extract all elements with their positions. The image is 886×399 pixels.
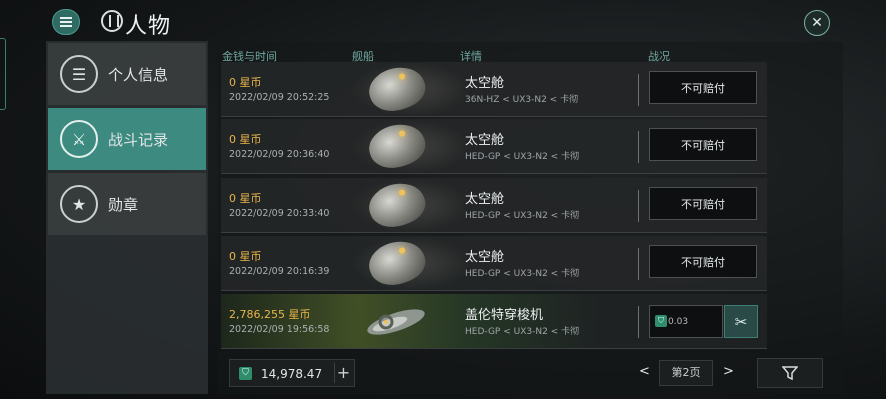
- close-icon: ✕: [811, 15, 823, 31]
- loss-value: 0.03: [668, 317, 689, 327]
- next-page-button[interactable]: >: [723, 364, 734, 379]
- filter-icon: [782, 366, 798, 381]
- balance-display: ⛉ 14,978.47 +: [229, 359, 355, 387]
- row-route: 36N-HZ < UX3-N2 < 卡彻: [465, 95, 579, 105]
- filter-button[interactable]: [757, 358, 823, 388]
- crossed-swords-icon: ⚔: [60, 120, 98, 158]
- divider: [638, 306, 639, 338]
- top-bar: 人物 ✕: [0, 0, 886, 44]
- capsule-icon: [363, 59, 431, 119]
- ship-image: [351, 175, 471, 235]
- hamburger-icon: [60, 17, 72, 27]
- row-time: 2022/02/09 19:56:58: [229, 324, 330, 335]
- row-ship-name: 盖伦特穿梭机: [465, 308, 544, 323]
- page-indicator: 第2页: [659, 360, 713, 386]
- prev-page-button[interactable]: <: [639, 364, 650, 379]
- ship-image: [351, 116, 471, 176]
- side-drawer-tab[interactable]: [0, 38, 6, 110]
- close-button[interactable]: ✕: [804, 10, 830, 36]
- row-money: 0 星币: [229, 76, 262, 89]
- sidebar-item-label: 个人信息: [108, 65, 169, 84]
- sidebar-item-profile[interactable]: ☰ 个人信息: [48, 43, 206, 105]
- row-route: HED-GP < UX3-N2 < 卡彻: [465, 211, 580, 221]
- row-money: 0 星币: [229, 133, 262, 146]
- divider: [638, 74, 639, 106]
- sidebar-item-medals[interactable]: ★ 勋章: [48, 173, 206, 235]
- table-row[interactable]: 0 星币 2022/02/09 20:16:39 太空舱 HED-GP < UX…: [221, 233, 767, 293]
- sidebar-item-label: 勋章: [108, 195, 139, 214]
- row-route: HED-GP < UX3-N2 < 卡彻: [465, 152, 580, 162]
- menu-lines-icon: ☰: [60, 55, 98, 93]
- row-route: HED-GP < UX3-N2 < 卡彻: [465, 269, 580, 279]
- footer-bar: ⛉ 14,978.47 + < 第2页 >: [221, 356, 823, 390]
- divider: [638, 190, 639, 222]
- character-icon: [101, 10, 123, 32]
- row-money: 0 星币: [229, 250, 262, 263]
- table-row[interactable]: 0 星币 2022/02/09 20:52:25 太空舱 36N-HZ < UX…: [221, 59, 767, 119]
- star-hexagon-icon: ★: [60, 185, 98, 223]
- row-ship-name: 太空舱: [465, 192, 505, 207]
- row-money: 2,786,255 星币: [229, 308, 311, 321]
- table-row[interactable]: 0 星币 2022/02/09 20:33:40 太空舱 HED-GP < UX…: [221, 175, 767, 235]
- isk-icon: ⛉: [239, 367, 252, 380]
- table-row[interactable]: 2,786,255 星币 2022/02/09 19:56:58 盖伦特穿梭机 …: [221, 294, 767, 349]
- main-menu-button[interactable]: [52, 9, 80, 35]
- isk-icon: ⛉: [655, 315, 667, 327]
- status-badge[interactable]: 不可赔付: [649, 128, 757, 161]
- divider: [638, 248, 639, 280]
- balance-value: 14,978.47: [261, 367, 323, 381]
- row-time: 2022/02/09 20:52:25: [229, 92, 330, 103]
- loss-value-box: ⛉ 0.03: [649, 305, 723, 338]
- repair-button[interactable]: ✂: [724, 305, 758, 338]
- row-ship-name: 太空舱: [465, 133, 505, 148]
- sidebar-item-label: 战斗记录: [108, 130, 169, 149]
- add-funds-button[interactable]: +: [334, 363, 352, 383]
- shuttle-icon: [367, 309, 425, 335]
- row-ship-name: 太空舱: [465, 76, 505, 91]
- status-badge[interactable]: 不可赔付: [649, 245, 757, 278]
- status-badge[interactable]: 不可赔付: [649, 187, 757, 220]
- status-badge[interactable]: 不可赔付: [649, 71, 757, 104]
- row-ship-name: 太空舱: [465, 250, 505, 265]
- row-route: HED-GP < UX3-N2 < 卡彻: [465, 327, 580, 337]
- row-money: 0 星币: [229, 192, 262, 205]
- capsule-icon: [363, 233, 431, 293]
- divider: [638, 131, 639, 163]
- table-row[interactable]: 0 星币 2022/02/09 20:36:40 太空舱 HED-GP < UX…: [221, 116, 767, 176]
- ship-image: [351, 59, 471, 119]
- capsule-icon: [363, 116, 431, 176]
- tools-icon: ✂: [734, 312, 748, 331]
- row-time: 2022/02/09 20:36:40: [229, 149, 330, 160]
- sidebar: ☰ 个人信息 ⚔ 战斗记录 ★ 勋章: [46, 41, 208, 394]
- row-time: 2022/02/09 20:33:40: [229, 208, 330, 219]
- sidebar-item-combat-log[interactable]: ⚔ 战斗记录: [48, 108, 206, 170]
- ship-image: [351, 233, 471, 293]
- row-time: 2022/02/09 20:16:39: [229, 266, 330, 277]
- capsule-icon: [363, 175, 431, 235]
- page-title: 人物: [125, 14, 172, 39]
